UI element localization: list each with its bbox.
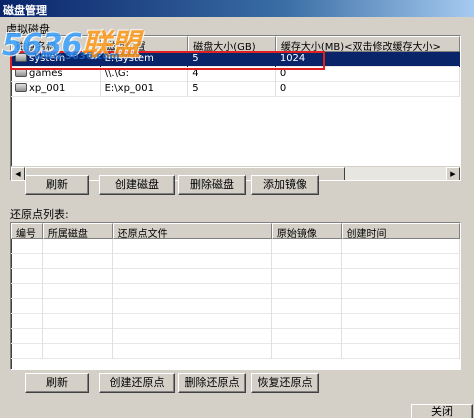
restore-empty-cell: [342, 284, 460, 299]
scroll-left-icon[interactable]: ◀: [11, 167, 25, 180]
disk-row[interactable]: xp_001 E:\xp_001 5 0: [11, 82, 460, 97]
col-disk-size[interactable]: 磁盘大小(GB): [188, 36, 276, 52]
disk-size-cell: 5: [188, 52, 276, 67]
restore-empty-cell: [43, 299, 113, 314]
restore-empty-cell: [272, 239, 342, 254]
disk-cache-cell: 0: [276, 67, 460, 82]
create-disk-button[interactable]: 创建磁盘: [99, 175, 175, 195]
restore-empty-cell: [43, 329, 113, 344]
disk-rows: system E:\system 5 1024 games \\.\G: 4 0 xp_001 E…: [11, 52, 460, 97]
restore-empty-cell: [11, 329, 43, 344]
col-restore-file[interactable]: 还原点文件: [112, 223, 272, 239]
restore-empty-cell: [342, 299, 460, 314]
disk-icon: [15, 53, 27, 62]
disk-location-cell: E:\system: [101, 52, 189, 67]
restore-rows: [11, 239, 460, 359]
restore-empty-cell: [272, 254, 342, 269]
disk-name-text: xp_001: [29, 83, 66, 94]
disk-management-window: 虚拟磁盘 磁盘名称 磁盘位置 磁盘大小(GB) 缓存大小(MB)<双击修改缓存大…: [0, 17, 474, 418]
disk-row[interactable]: games \\.\G: 4 0: [11, 67, 460, 82]
restore-empty-row: [11, 269, 460, 284]
scroll-right-icon[interactable]: ▶: [446, 167, 460, 180]
restore-empty-cell: [113, 284, 272, 299]
disk-icon: [15, 83, 27, 92]
restore-empty-cell: [11, 239, 43, 254]
restore-empty-cell: [11, 269, 43, 284]
restore-empty-cell: [11, 254, 43, 269]
restore-empty-row: [11, 254, 460, 269]
restore-empty-cell: [342, 254, 460, 269]
restore-empty-cell: [272, 314, 342, 329]
disk-cache-cell: 0: [276, 82, 460, 97]
restore-empty-cell: [11, 314, 43, 329]
col-cache-size[interactable]: 缓存大小(MB)<双击修改缓存大小>: [275, 36, 460, 52]
restore-empty-cell: [43, 239, 113, 254]
restore-empty-cell: [272, 329, 342, 344]
restore-empty-cell: [113, 239, 272, 254]
restore-empty-cell: [43, 284, 113, 299]
restore-empty-cell: [113, 329, 272, 344]
restore-empty-cell: [11, 344, 43, 359]
disk-list[interactable]: 磁盘名称 磁盘位置 磁盘大小(GB) 缓存大小(MB)<双击修改缓存大小> sy…: [10, 35, 461, 181]
restore-empty-cell: [43, 269, 113, 284]
restore-empty-cell: [342, 329, 460, 344]
restore-empty-row: [11, 329, 460, 344]
restore-empty-row: [11, 239, 460, 254]
disk-name-cell: system: [11, 52, 101, 67]
disk-cache-cell: 1024: [276, 52, 460, 67]
restore-empty-cell: [342, 239, 460, 254]
restore-empty-cell: [43, 314, 113, 329]
restore-points-label: 还原点列表:: [10, 208, 69, 221]
refresh-restore-button[interactable]: 刷新: [25, 373, 89, 393]
restore-point-list[interactable]: 编号 所属磁盘 还原点文件 原始镜像 创建时间: [10, 222, 461, 370]
disk-row[interactable]: system E:\system 5 1024: [11, 52, 460, 67]
disk-name-text: games: [29, 68, 63, 79]
col-original-image[interactable]: 原始镜像: [271, 223, 342, 239]
restore-empty-row: [11, 299, 460, 314]
restore-empty-cell: [11, 299, 43, 314]
restore-empty-cell: [272, 344, 342, 359]
restore-empty-cell: [113, 269, 272, 284]
restore-empty-cell: [113, 299, 272, 314]
col-disk-location[interactable]: 磁盘位置: [100, 36, 189, 52]
restore-empty-cell: [342, 344, 460, 359]
create-restore-point-button[interactable]: 创建还原点: [99, 373, 175, 393]
restore-empty-cell: [43, 254, 113, 269]
disk-size-cell: 5: [188, 82, 276, 97]
delete-restore-point-button[interactable]: 删除还原点: [178, 373, 246, 393]
restore-restore-point-button[interactable]: 恢复还原点: [251, 373, 319, 393]
col-created-time[interactable]: 创建时间: [341, 223, 460, 239]
restore-empty-cell: [11, 284, 43, 299]
disk-name-cell: games: [11, 67, 101, 82]
disk-name-cell: xp_001: [11, 82, 101, 97]
restore-empty-cell: [342, 269, 460, 284]
restore-empty-cell: [272, 299, 342, 314]
restore-empty-cell: [342, 314, 460, 329]
restore-empty-row: [11, 314, 460, 329]
col-number[interactable]: 编号: [11, 223, 43, 239]
disk-list-header: 磁盘名称 磁盘位置 磁盘大小(GB) 缓存大小(MB)<双击修改缓存大小>: [11, 36, 460, 52]
restore-empty-row: [11, 284, 460, 299]
disk-icon: [15, 68, 27, 77]
restore-empty-cell: [113, 254, 272, 269]
delete-disk-button[interactable]: 删除磁盘: [178, 175, 246, 195]
add-mirror-button[interactable]: 添加镜像: [251, 175, 319, 195]
restore-empty-cell: [272, 269, 342, 284]
restore-empty-row: [11, 344, 460, 359]
refresh-disk-button[interactable]: 刷新: [25, 175, 89, 195]
disk-name-text: system: [29, 53, 66, 64]
close-button[interactable]: 关闭: [411, 404, 473, 418]
window-title: 磁盘管理: [0, 0, 474, 17]
restore-empty-cell: [272, 284, 342, 299]
col-disk-name[interactable]: 磁盘名称: [11, 36, 101, 52]
restore-empty-cell: [113, 314, 272, 329]
disk-location-cell: \\.\G:: [101, 67, 189, 82]
restore-empty-cell: [113, 344, 272, 359]
disk-location-cell: E:\xp_001: [101, 82, 189, 97]
restore-empty-cell: [43, 344, 113, 359]
col-owner-disk[interactable]: 所属磁盘: [42, 223, 113, 239]
disk-size-cell: 4: [188, 67, 276, 82]
restore-list-header: 编号 所属磁盘 还原点文件 原始镜像 创建时间: [11, 223, 460, 239]
